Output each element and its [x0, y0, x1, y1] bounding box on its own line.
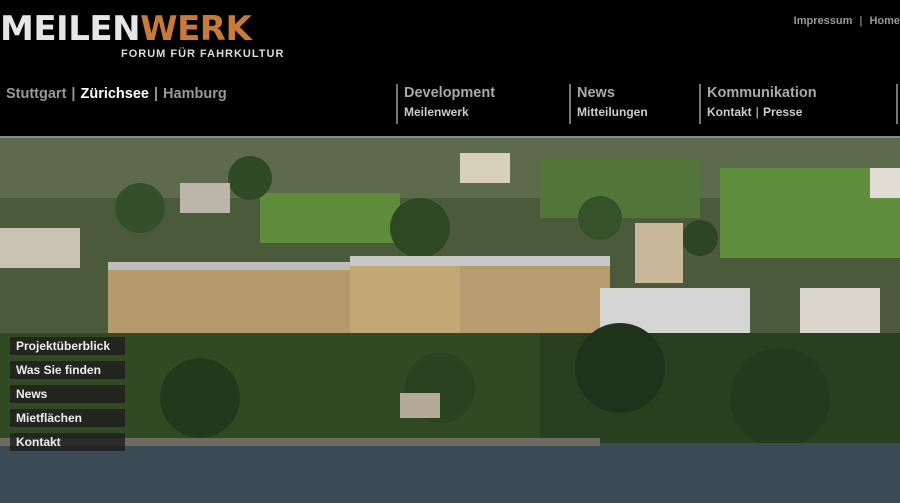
separator: | [859, 15, 863, 27]
logo-subtitle: FORUM FÜR FAHRKULTUR [121, 48, 285, 60]
separator: | [153, 86, 159, 102]
nav-divider [896, 84, 898, 124]
city-link-hamburg[interactable]: Hamburg [163, 86, 227, 102]
separator: | [755, 105, 760, 119]
logo-part-werk: WERK [140, 9, 252, 49]
side-menu-kontakt[interactable]: Kontakt [10, 433, 125, 451]
side-menu: Projektüberblick Was Sie finden News Mietfl… [10, 337, 125, 457]
city-link-zuerichsee[interactable]: Zürichsee [80, 86, 149, 102]
nav-development-meilenwerk-link[interactable]: Meilenwerk [404, 102, 495, 122]
nav-kommunikation-sub: Kontakt | Presse [707, 102, 817, 122]
logo-wordmark: MEILENWERK [0, 9, 252, 49]
nav-development: Development Meilenwerk [396, 84, 495, 124]
nav-news: News Mitteilungen [569, 84, 648, 124]
side-menu-mietflaechen[interactable]: Mietflächen [10, 409, 125, 427]
nav-development-title[interactable]: Development [404, 84, 495, 102]
side-menu-was-sie-finden[interactable]: Was Sie finden [10, 361, 125, 379]
side-menu-news[interactable]: News [10, 385, 125, 403]
top-links: Impressum | Home [794, 15, 900, 27]
nav-kommunikation: Kommunikation Kontakt | Presse [699, 84, 817, 124]
logo[interactable]: MEILENWERK FORUM FÜR FAHRKULTUR [0, 9, 283, 60]
nav-kontakt-link[interactable]: Kontakt [707, 105, 752, 119]
nav-news-title[interactable]: News [577, 84, 648, 102]
logo-part-meilen: MEILEN [0, 9, 141, 49]
home-link[interactable]: Home [869, 15, 900, 27]
separator: | [71, 86, 76, 102]
nav-news-mitteilungen-link[interactable]: Mitteilungen [577, 102, 648, 122]
side-menu-projektueberblick[interactable]: Projektüberblick [10, 337, 125, 355]
nav-presse-link[interactable]: Presse [763, 105, 802, 119]
nav-kommunikation-title[interactable]: Kommunikation [707, 84, 817, 102]
city-link-stuttgart[interactable]: Stuttgart [6, 86, 66, 102]
hero-photo [0, 138, 900, 503]
city-nav: Stuttgart | Zürichsee | Hamburg [6, 86, 227, 102]
impressum-link[interactable]: Impressum [794, 15, 853, 27]
